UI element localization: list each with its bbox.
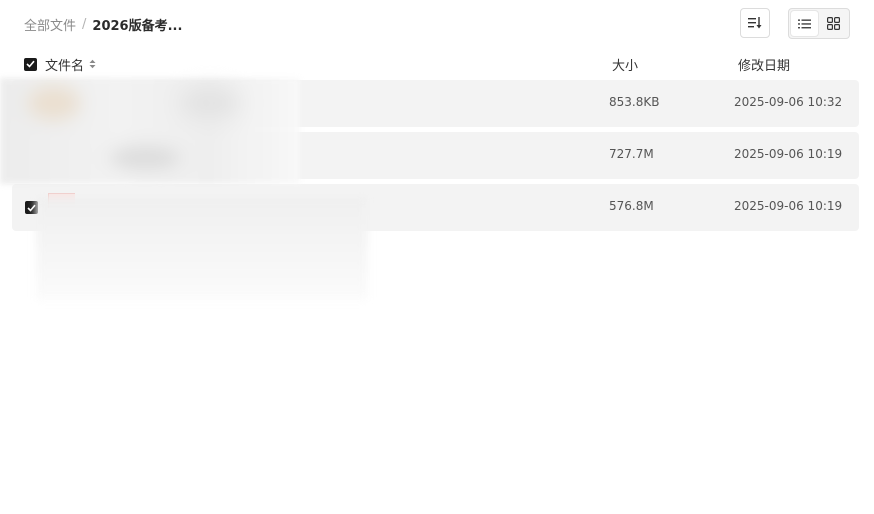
column-size-label[interactable]: 大小: [612, 55, 638, 74]
check-icon: [27, 204, 36, 212]
file-size: 853.8KB: [609, 95, 660, 109]
file-modified-date: 2025-09-06 10:19: [734, 199, 843, 213]
file-modified-date: 2025-09-06 10:32: [734, 95, 843, 109]
column-name-label[interactable]: 文件名: [45, 55, 84, 74]
sort-descending-icon: [748, 17, 762, 29]
column-modified-label[interactable]: 修改日期: [738, 55, 790, 74]
file-size: 727.7M: [609, 147, 654, 161]
file-size: 576.8M: [609, 199, 654, 213]
breadcrumb: 全部文件 / 2026版备考...: [24, 14, 182, 34]
breadcrumb-current: 2026版备考...: [92, 18, 183, 34]
list-view-button[interactable]: [791, 11, 818, 36]
grid-view-icon: [827, 17, 840, 30]
view-toggle: [788, 8, 850, 39]
select-all-checkbox[interactable]: [24, 57, 37, 71]
check-icon: [26, 60, 35, 68]
sort-arrows-icon[interactable]: [89, 59, 96, 69]
redacted-file-name: [36, 196, 368, 300]
list-view-icon: [798, 19, 811, 28]
file-modified-date: 2025-09-06 10:19: [734, 147, 843, 161]
breadcrumb-separator: /: [82, 16, 87, 32]
file-browser: 全部文件 / 2026版备考... 文件名 大小 修改日期 853.8KB 20…: [0, 0, 874, 514]
header-name: 文件名: [24, 55, 96, 74]
redacted-file-names: [0, 78, 300, 184]
sort-button[interactable]: [740, 8, 770, 38]
grid-view-button[interactable]: [820, 11, 847, 36]
breadcrumb-root[interactable]: 全部文件: [24, 15, 76, 34]
